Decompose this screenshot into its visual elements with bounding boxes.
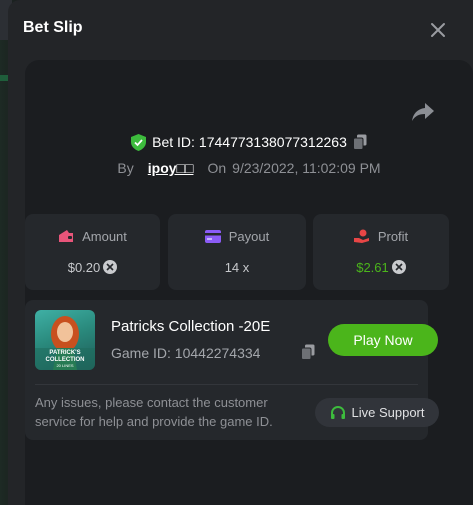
bet-id-row: Bet ID: 1744773138077312263: [25, 130, 473, 154]
game-thumb-sub: 20 LINES: [56, 363, 74, 368]
payout-label: Payout: [228, 228, 270, 244]
play-now-button[interactable]: Play Now: [328, 324, 438, 356]
stat-payout: Payout 14 x: [168, 214, 306, 290]
close-icon[interactable]: [428, 20, 448, 40]
stat-profit: Profit $2.61: [313, 214, 449, 290]
hand-coin-icon: [353, 229, 369, 243]
game-panel: PATRICK'S COLLECTION 20 LINES Patricks C…: [25, 300, 439, 440]
amount-value: $0.20: [67, 259, 101, 275]
copy-icon[interactable]: [352, 134, 367, 150]
bet-slip-modal: Bet Slip Bet ID: 1744773138077312263 By …: [8, 0, 473, 505]
game-thumbnail[interactable]: PATRICK'S COLLECTION 20 LINES: [35, 310, 95, 370]
coin-icon: [103, 260, 118, 274]
payout-value: 14 x: [224, 259, 250, 275]
live-support-button[interactable]: Live Support: [315, 398, 439, 427]
bet-id-value: 1744773138077312263: [198, 134, 347, 150]
stat-amount: Amount $0.20: [25, 214, 160, 290]
game-thumb-title: PATRICK'S COLLECTION: [45, 350, 85, 363]
share-icon[interactable]: [411, 102, 435, 122]
amount-label: Amount: [82, 228, 127, 244]
wallet-icon: [59, 230, 74, 242]
bet-date: 9/23/2022, 11:02:09 PM: [232, 160, 381, 176]
modal-title: Bet Slip: [23, 19, 83, 36]
bet-id-label: Bet ID:: [152, 134, 195, 150]
live-support-label: Live Support: [351, 405, 425, 420]
shield-check-icon: [131, 133, 147, 151]
game-name: Patricks Collection -20E: [111, 318, 271, 335]
coin-icon: [391, 260, 406, 274]
profit-value: $2.61: [356, 259, 389, 275]
by-label: By: [117, 160, 134, 176]
copy-icon[interactable]: [301, 344, 315, 360]
support-text: Any issues, please contact the customer …: [35, 395, 273, 429]
card-icon: [204, 229, 221, 243]
profit-label: Profit: [377, 228, 409, 244]
headset-icon: [330, 405, 345, 419]
username-link[interactable]: ipoy□□: [148, 160, 194, 176]
game-id: Game ID: 10442274334: [111, 345, 261, 361]
stats-row: Amount $0.20 Payout 14 x Profit $2.61: [25, 214, 473, 290]
divider: [35, 384, 418, 385]
bet-card: Bet ID: 1744773138077312263 By ipoy□□ On…: [25, 60, 473, 505]
on-label: On: [207, 160, 227, 176]
by-row: By ipoy□□ On 9/23/2022, 11:02:09 PM: [25, 158, 473, 178]
